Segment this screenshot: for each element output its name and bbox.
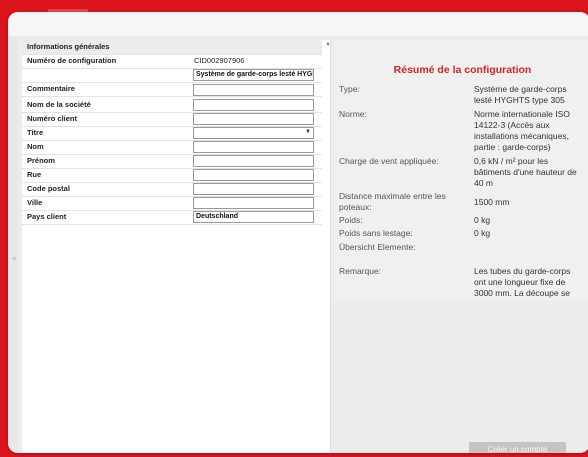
city-field[interactable]	[193, 197, 314, 209]
summary-post-distance-value: 1500 mm	[474, 197, 510, 207]
summary-weight-label: Poids:	[339, 215, 363, 225]
summary-elements-overview-label: Übersicht Elemente:	[339, 242, 416, 252]
row-customer-country: Pays client Deutschland	[22, 210, 322, 225]
postal-code-label: Code postal	[27, 184, 70, 193]
window-header	[8, 12, 588, 36]
summary-wind-load-value: 0,6 kN / m² pour les bâtiments d'une hau…	[474, 156, 588, 189]
summary-type-line: Système de garde-corps	[474, 84, 567, 94]
customer-country-field[interactable]: Deutschland	[193, 211, 314, 223]
summary-wind-load-line: 0,6 kN / m² pour les	[474, 156, 549, 166]
summary-remark-line: Les tubes du garde-corps	[474, 266, 571, 276]
section-title: Informations générales	[27, 42, 110, 51]
summary-norm-label: Norme:	[339, 109, 367, 119]
summary-post-distance-label: Distance maximale entre les poteaux:	[339, 191, 446, 212]
first-name-field[interactable]	[193, 155, 314, 167]
row-configuration-number: Numéro de configuration CID002907906	[22, 54, 322, 69]
row-last-name: Nom	[22, 140, 322, 155]
customer-number-field[interactable]	[193, 113, 314, 125]
row-company-name: Nom de la société	[22, 98, 322, 113]
summary-weight-no-ballast-value: 0 kg	[474, 228, 491, 238]
configuration-window: ◀ Informations générales ▲ Numéro de con…	[8, 12, 588, 453]
street-label: Rue	[27, 170, 42, 179]
summary-remark-label: Remarque:	[339, 266, 382, 276]
summary-remark-line: ont une longueur fixe de	[474, 277, 566, 287]
summary-remark-value: Les tubes du garde-corps ont une longueu…	[474, 266, 588, 299]
company-name-label: Nom de la société	[27, 100, 91, 109]
collapse-arrow-icon[interactable]: ◀	[11, 255, 16, 262]
city-label: Ville	[27, 198, 43, 207]
configuration-number-value: CID002907906	[194, 56, 245, 65]
row-customer-number: Numéro client	[22, 112, 322, 127]
create-account-button[interactable]: Créer un compte	[469, 442, 566, 453]
summary-wind-load-line: bâtiments d'une hauteur de	[474, 167, 577, 177]
first-name-label: Prénom	[27, 156, 55, 165]
section-header: Informations générales ▲	[22, 40, 331, 55]
street-field[interactable]	[193, 169, 314, 181]
last-name-field[interactable]	[193, 141, 314, 153]
postal-code-field[interactable]	[193, 183, 314, 195]
summary-type-value: Système de garde-corps lesté HYGHTS type…	[474, 84, 588, 106]
comment-label: Commentaire	[27, 84, 75, 93]
row-title: Titre ▼	[22, 126, 322, 141]
row-street: Rue	[22, 168, 322, 183]
title-label: Titre	[27, 128, 44, 137]
row-first-name: Prénom	[22, 154, 322, 169]
title-select[interactable]: ▼	[193, 127, 314, 139]
customer-number-label: Numéro client	[27, 114, 78, 123]
configuration-number-label: Numéro de configuration	[27, 56, 117, 65]
summary-wind-load-line: 40 m	[474, 178, 493, 188]
row-postal-code: Code postal	[22, 182, 322, 197]
summary-norm-line: installations mécaniques,	[474, 131, 569, 141]
configuration-summary: Résumé de la configuration Type: Système…	[335, 40, 588, 300]
summary-weight-value: 0 kg	[474, 215, 491, 225]
comment-field[interactable]	[193, 84, 314, 96]
summary-type-label: Type:	[339, 84, 360, 94]
scroll-up-arrow-icon[interactable]: ▲	[325, 41, 331, 47]
system-name-field[interactable]: Système de garde-corps lesté HYGHTS type…	[193, 69, 314, 81]
summary-norm-line: partie : garde-corps)	[474, 142, 551, 152]
row-system-name: Système de garde-corps lesté HYGHTS type…	[22, 68, 322, 83]
company-name-field[interactable]	[193, 99, 314, 111]
summary-norm-line: 14122-3 (Accès aux	[474, 120, 550, 130]
summary-remark-line: 3000 mm. La découpe se	[474, 288, 570, 298]
summary-norm-value: Norme internationale ISO 14122-3 (Accès …	[474, 109, 588, 153]
summary-weight-no-ballast-label: Poids sans lestage:	[339, 228, 413, 238]
row-comment: Commentaire	[22, 82, 322, 97]
left-collapse-strip[interactable]: ◀	[8, 36, 18, 453]
last-name-label: Nom	[27, 142, 44, 151]
row-city: Ville	[22, 196, 322, 211]
summary-title: Résumé de la configuration	[393, 64, 532, 76]
summary-norm-line: Norme internationale ISO	[474, 109, 570, 119]
chevron-down-icon[interactable]: ▼	[305, 128, 311, 137]
general-info-form: Informations générales ▲ Numéro de confi…	[22, 40, 331, 453]
summary-wind-load-label: Charge de vent appliquée:	[339, 156, 439, 166]
summary-type-line: lesté HYGHTS type 305	[474, 95, 565, 105]
customer-country-label: Pays client	[27, 212, 67, 221]
